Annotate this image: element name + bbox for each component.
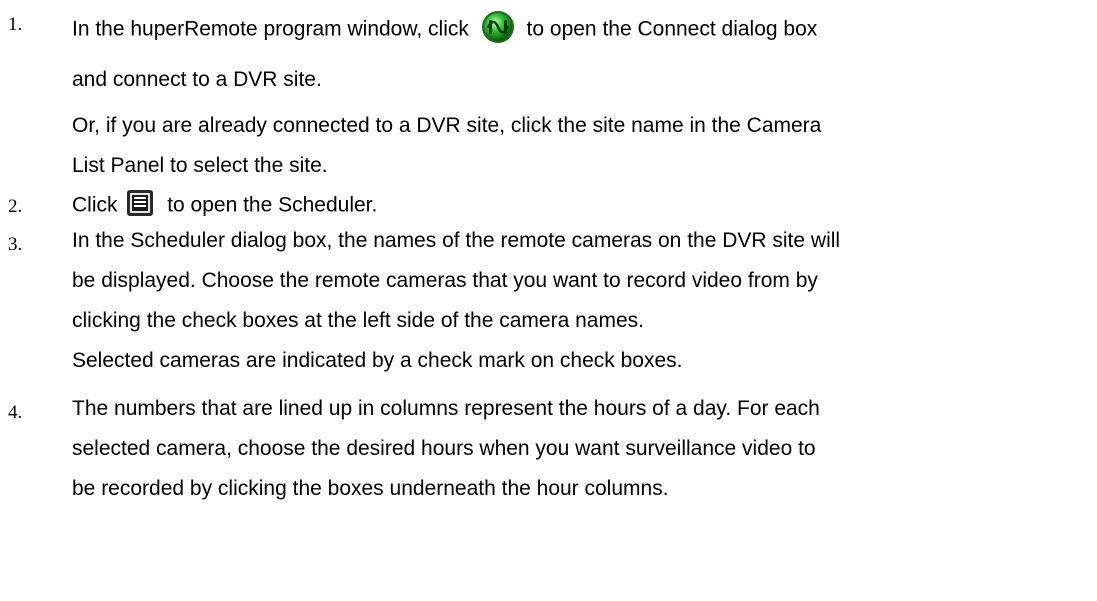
step-4-line-1: The numbers that are lined up in columns…	[72, 397, 820, 420]
connect-icon	[481, 10, 515, 50]
step-1-line-1: In the huperRemote program window, click	[72, 10, 1092, 50]
step-1-line-4: List Panel to select the site.	[72, 154, 328, 177]
instruction-document: 1. In the huperRemote program window, cl…	[0, 0, 1097, 601]
step-1-line-3: Or, if you are already connected to a DV…	[72, 114, 822, 137]
step-3-line-1: In the Scheduler dialog box, the names o…	[72, 229, 841, 252]
step-number: 2.	[8, 196, 23, 217]
step-number: 4.	[8, 402, 23, 423]
step-4-line-3: be recorded by clicking the boxes undern…	[72, 477, 669, 500]
step-text: Click	[72, 193, 118, 217]
step-text: to open the Connect dialog box	[526, 17, 818, 41]
step-2-line-1: Click to open the Scheduler.	[72, 190, 1092, 222]
step-text: In the huperRemote program window, click	[72, 17, 469, 41]
step-3-line-4: Selected cameras are indicated by a chec…	[72, 349, 683, 372]
step-1-line-2: and connect to a DVR site.	[72, 68, 322, 91]
scheduler-icon	[127, 190, 154, 222]
step-3-line-2: be displayed. Choose the remote cameras …	[72, 269, 818, 292]
step-4-line-2: selected camera, choose the desired hour…	[72, 437, 816, 460]
step-text: to open the Scheduler.	[167, 193, 378, 217]
step-number: 3.	[8, 234, 23, 255]
step-3-line-3: clicking the check boxes at the left sid…	[72, 309, 644, 332]
step-number: 1.	[8, 14, 23, 35]
